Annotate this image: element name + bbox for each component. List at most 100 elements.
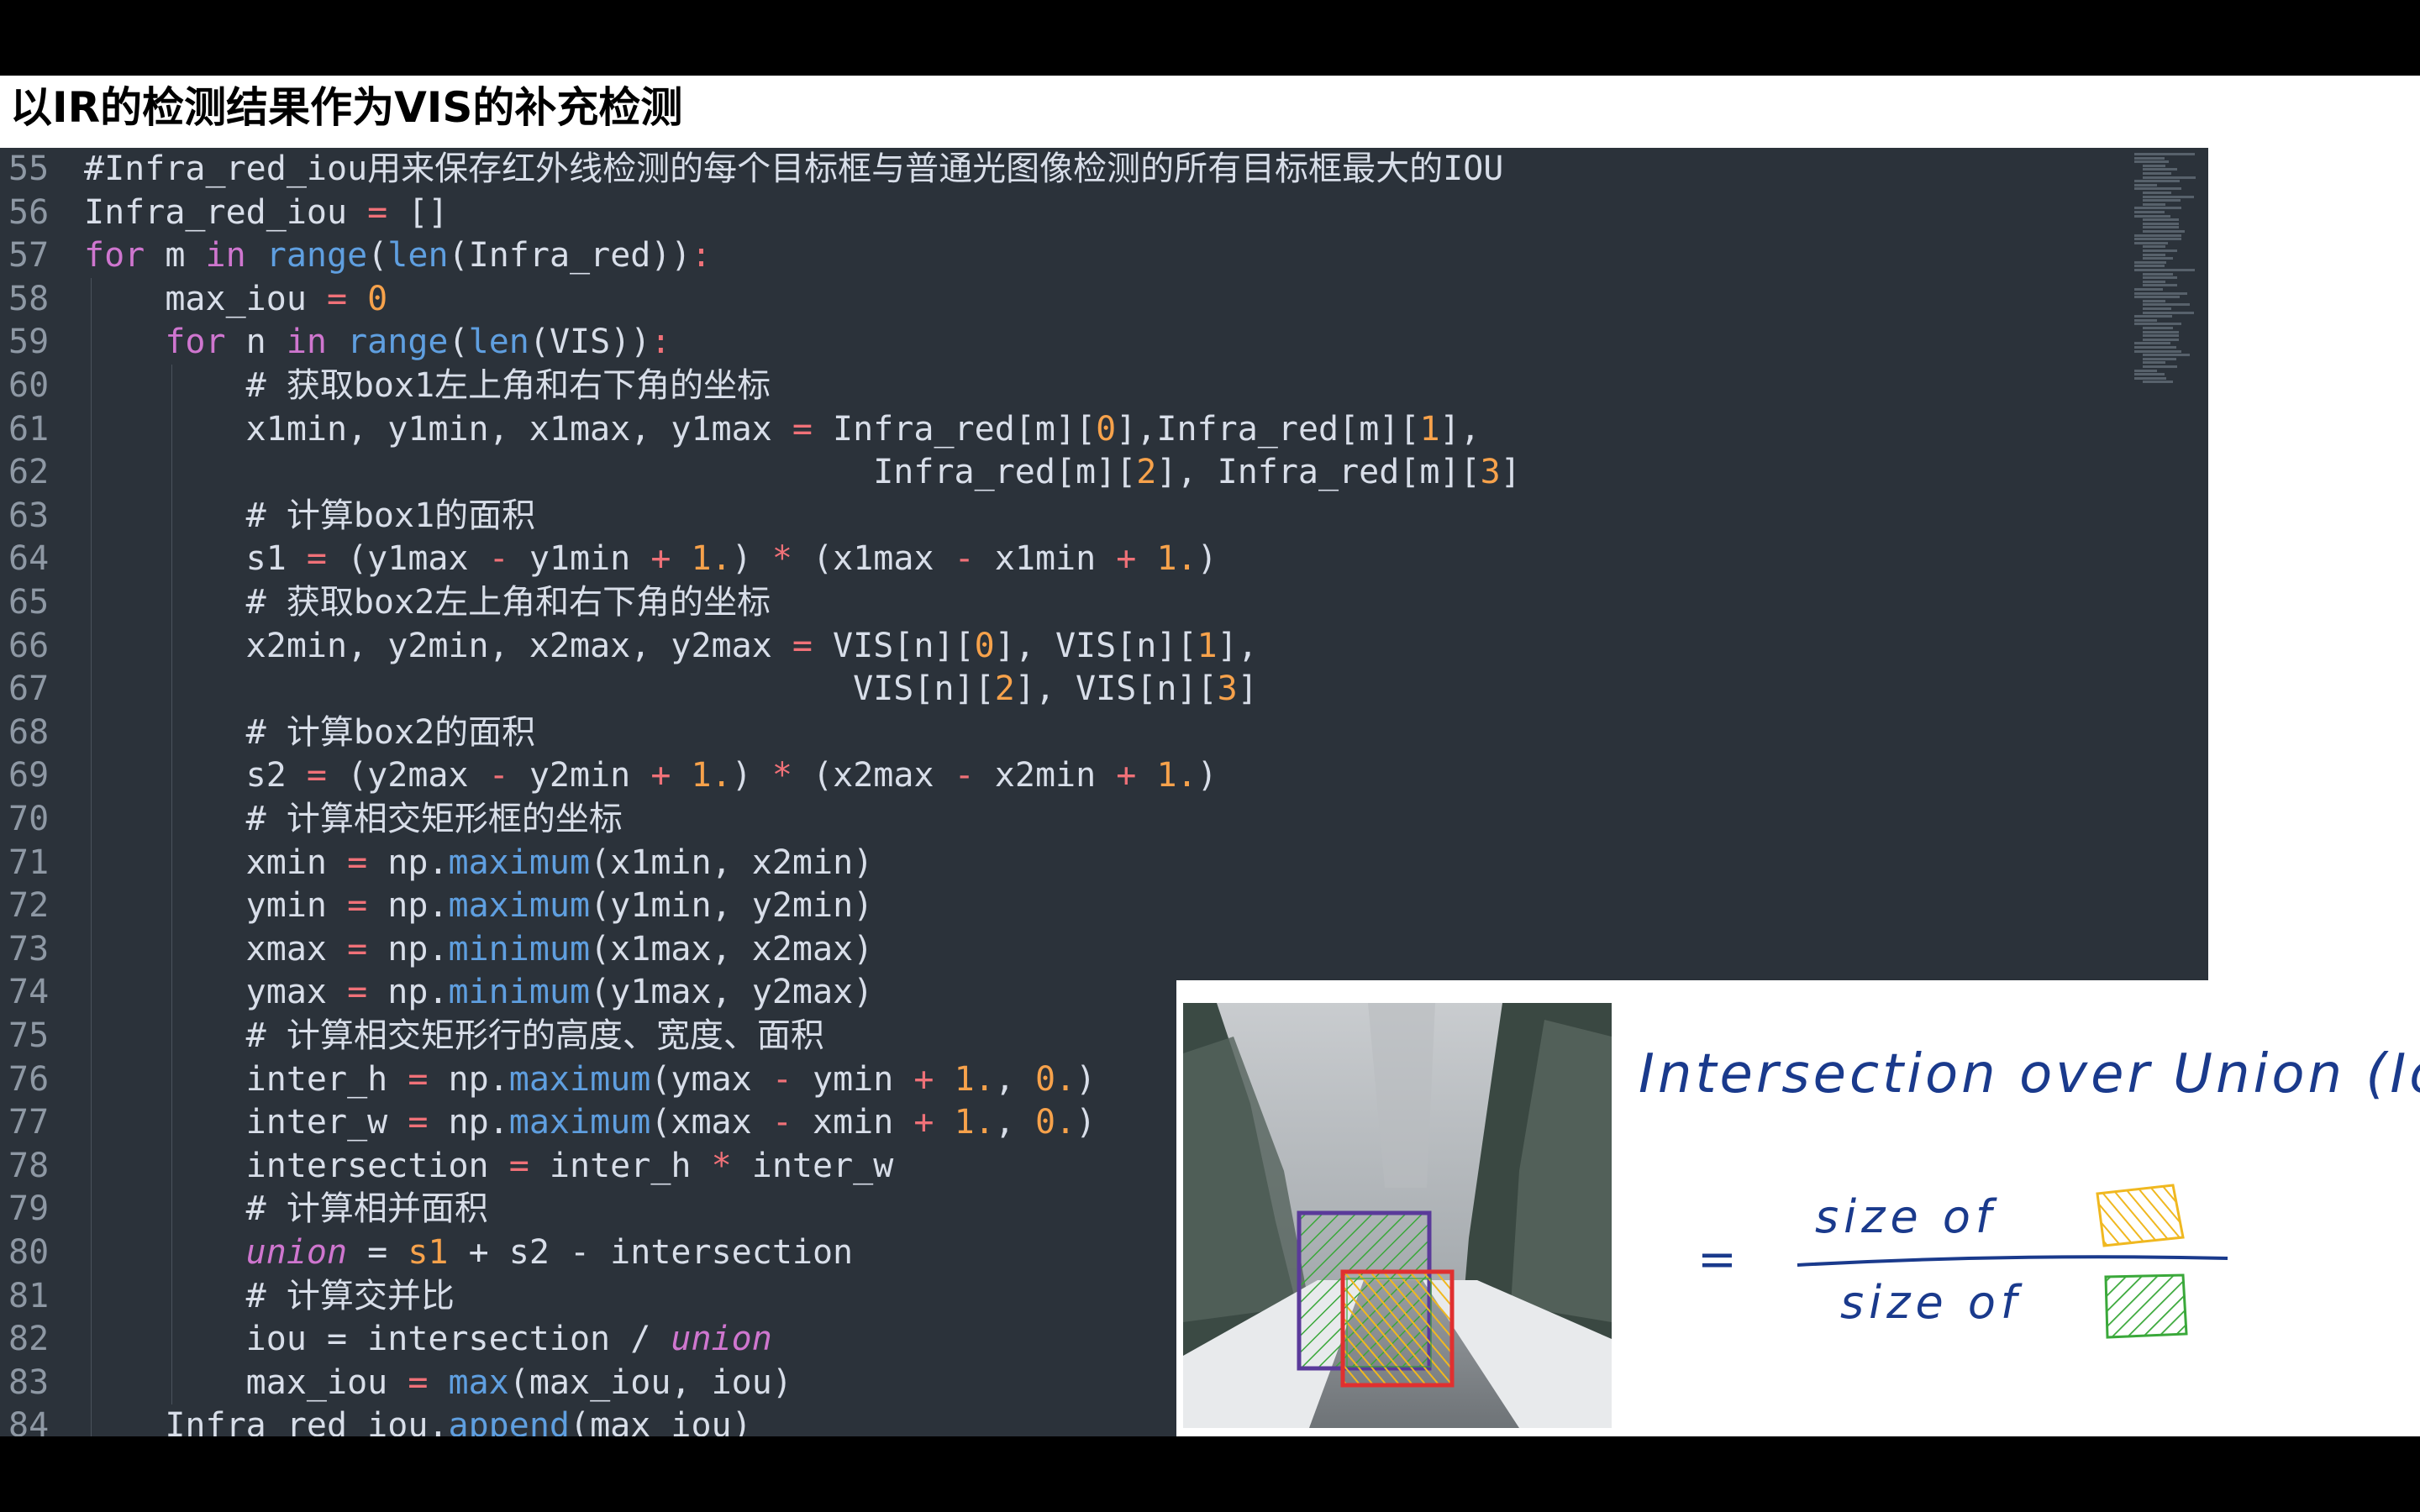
code-line[interactable]: 56 Infra_red_iou = [] <box>0 192 449 235</box>
code-line[interactable]: 61 x1min, y1min, x1max, y1max = Infra_re… <box>0 408 1481 452</box>
code-text: # 计算交并比 <box>84 1277 455 1315</box>
code-token: append <box>448 1406 570 1436</box>
code-line[interactable]: 55 #Infra_red_iou用来保存红外线检测的每个目标框与普通光图像检测的… <box>0 148 1503 192</box>
code-line[interactable]: 84 Infra_red_iou.append(max_iou) <box>0 1404 752 1436</box>
minimap-line <box>2134 369 2157 372</box>
code-token: xmax <box>245 929 348 969</box>
code-token: 2 <box>1136 453 1157 492</box>
code-line[interactable]: 82 iou = intersection / union <box>0 1318 772 1362</box>
code-line[interactable]: 83 max_iou = max(max_iou, iou) <box>0 1362 792 1405</box>
denominator-swatch <box>2104 1273 2188 1339</box>
line-number: 55 <box>8 150 50 188</box>
minimap-line <box>2134 153 2195 155</box>
minimap-line <box>2143 226 2180 229</box>
code-token: (VIS)) <box>529 323 651 362</box>
code-token: VIS[n][ <box>245 669 995 709</box>
minimap-line <box>2134 342 2171 345</box>
equals-sign: = <box>1697 1232 1737 1287</box>
code-text: #Infra_red_iou用来保存红外线检测的每个目标框与普通光图像检测的所有… <box>84 150 1503 188</box>
code-token: maximum <box>508 1103 651 1142</box>
code-token: = <box>306 539 327 579</box>
code-line[interactable]: 76 inter_h = np.maximum(ymax - ymin + 1.… <box>0 1058 1096 1102</box>
code-token: : <box>691 236 712 276</box>
code-text: s2 = (y2max - y2min + 1.) * (x2max - x2m… <box>84 756 1218 795</box>
minimap-line <box>2143 303 2190 307</box>
minimap-line <box>2134 315 2172 318</box>
code-line[interactable]: 79 # 计算相并面积 <box>0 1188 488 1231</box>
code-line[interactable]: 75 # 计算相交矩形行的高度、宽度、面积 <box>0 1015 824 1058</box>
code-token: Infra_red_iou <box>84 192 368 232</box>
minimap-line <box>2134 318 2157 322</box>
indent-guide <box>171 798 173 842</box>
indent-guide <box>91 798 92 842</box>
code-token: - <box>771 1059 792 1099</box>
code-token: len <box>387 236 449 276</box>
code-token: = <box>508 1146 529 1185</box>
code-line[interactable]: 72 ymin = np.maximum(y1min, y2min) <box>0 885 873 928</box>
code-line[interactable]: 65 # 获取box2左上角和右下角的坐标 <box>0 581 771 625</box>
bottom-letterbox <box>0 1436 2420 1512</box>
code-token: (x1max, x2max) <box>590 929 874 969</box>
code-token: 0 <box>367 279 388 318</box>
line-number: 66 <box>8 626 50 665</box>
top-letterbox <box>0 0 2420 76</box>
indent-guide <box>91 538 92 581</box>
code-token: + <box>1116 756 1137 795</box>
code-text: ymax = np.minimum(y1max, y2max) <box>84 973 874 1012</box>
code-token: (ymax <box>650 1059 772 1099</box>
code-line[interactable]: 71 xmin = np.maximum(x1min, x2min) <box>0 842 873 885</box>
code-line[interactable]: 57 for m in range(len(Infra_red)): <box>0 234 712 278</box>
code-token: # 计算box2的面积 <box>245 712 536 752</box>
line-number: 74 <box>8 973 50 1012</box>
code-token: = <box>347 929 368 969</box>
minimap-line <box>2143 299 2165 302</box>
indent-guide <box>91 277 92 322</box>
code-token: x1min, y1min, x1max, y1max <box>245 409 792 449</box>
code-line[interactable]: 80 union = s1 + s2 - intersection <box>0 1231 853 1275</box>
code-line[interactable]: 81 # 计算交并比 <box>0 1275 455 1319</box>
indent-guide <box>171 365 173 408</box>
code-line[interactable]: 67 VIS[n][2], VIS[n][3] <box>0 668 1258 711</box>
indent-guide <box>171 538 173 581</box>
minimap-line <box>2143 176 2196 179</box>
iou-figure: Intersection over Union (IoU) = size of … <box>1176 980 2420 1436</box>
indent-guide <box>91 841 92 885</box>
code-token: minimum <box>448 973 591 1012</box>
code-line[interactable]: 70 # 计算相交矩形框的坐标 <box>0 798 623 842</box>
code-line[interactable]: 69 s2 = (y2max - y2min + 1.) * (x2max - … <box>0 754 1218 798</box>
minimap-line <box>2143 164 2165 167</box>
minimap[interactable] <box>2134 153 2208 396</box>
indent-guide <box>171 711 173 755</box>
indent-guide <box>91 451 92 495</box>
indent-guide <box>171 1274 173 1319</box>
code-token: maximum <box>448 843 591 882</box>
code-text: for n in range(len(VIS)): <box>84 323 671 361</box>
code-line[interactable]: 68 # 计算box2的面积 <box>0 711 535 755</box>
code-token: len <box>468 323 529 362</box>
code-line[interactable]: 58 max_iou = 0 <box>0 278 387 322</box>
code-token: + <box>913 1103 934 1142</box>
code-token: iou = intersection / <box>245 1320 671 1359</box>
code-token: (Infra_red)) <box>448 236 692 276</box>
code-line[interactable]: 78 intersection = inter_h * inter_w <box>0 1145 893 1189</box>
code-line[interactable]: 63 # 计算box1的面积 <box>0 495 535 538</box>
code-line[interactable]: 66 x2min, y2min, x2max, y2max = VIS[n][0… <box>0 625 1258 669</box>
minimap-line <box>2134 291 2187 295</box>
indent-guide <box>171 1361 173 1405</box>
code-line[interactable]: 64 s1 = (y1max - y1min + 1.) * (x1max - … <box>0 538 1218 581</box>
code-token: ],Infra_red[m][ <box>1116 409 1420 449</box>
code-token: - <box>954 756 975 795</box>
code-line[interactable]: 74 ymax = np.minimum(y1max, y2max) <box>0 971 873 1015</box>
code-token: = <box>347 886 368 926</box>
code-line[interactable]: 62 Infra_red[m][2], Infra_red[m][3] <box>0 451 1521 495</box>
code-line[interactable]: 73 xmax = np.minimum(x1max, x2max) <box>0 928 873 972</box>
code-line[interactable]: 77 inter_w = np.maximum(xmax - xmin + 1.… <box>0 1101 1096 1145</box>
code-token: # 获取box1左上角和右下角的坐标 <box>245 366 771 405</box>
code-token: np. <box>367 929 449 969</box>
code-line[interactable]: 59 for n in range(len(VIS)): <box>0 321 671 365</box>
minimap-line <box>2143 284 2177 287</box>
code-token: 3 <box>1480 453 1501 492</box>
code-line[interactable]: 60 # 获取box1左上角和右下角的坐标 <box>0 365 771 408</box>
